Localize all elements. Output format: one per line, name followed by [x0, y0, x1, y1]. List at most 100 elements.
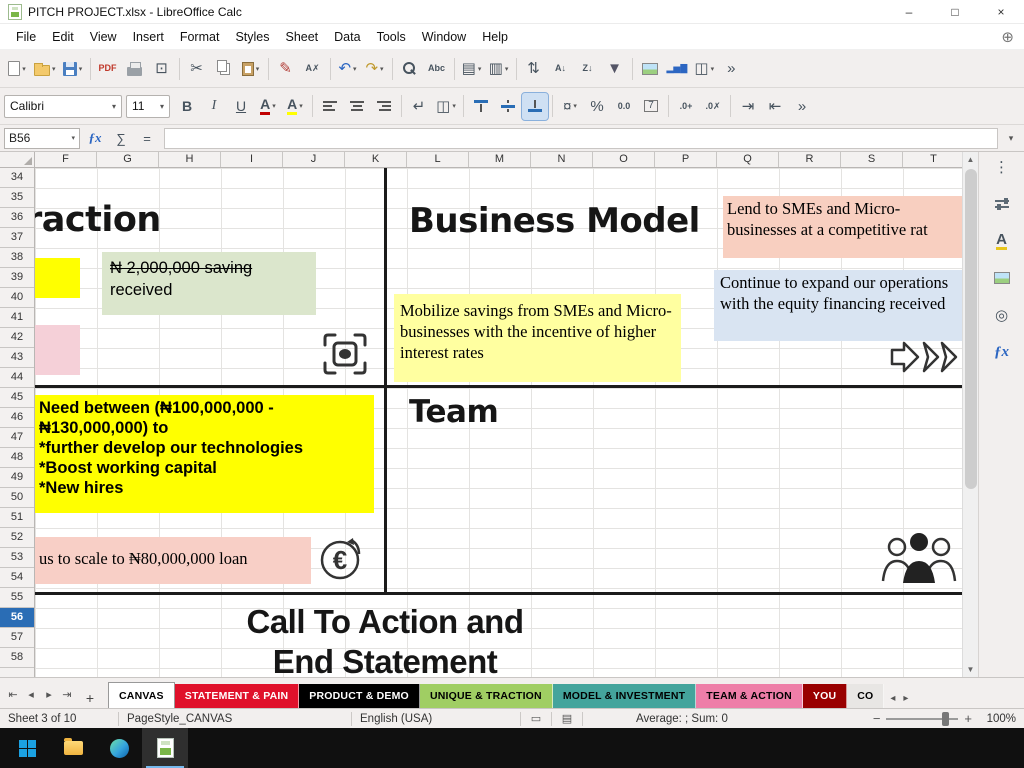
column-header-h[interactable]: H	[159, 152, 221, 167]
tab-scroll-right-button[interactable]: ▸	[899, 693, 912, 704]
note-yellow-fragment[interactable]	[35, 258, 80, 298]
sheet-tab-co[interactable]: CO	[847, 684, 885, 708]
format-as-percent-button[interactable]: %	[584, 93, 610, 120]
insert-rows-dropdown-icon[interactable]: ▾	[478, 65, 482, 73]
font-size-select-dropdown-icon[interactable]: ▾	[160, 102, 164, 111]
expand-formula-bar-icon[interactable]: ▾	[1002, 133, 1020, 144]
note-mobilize-savings[interactable]: Mobilize savings from SMEs and Micro-bus…	[394, 294, 681, 382]
sheet-tab-product-demo[interactable]: PRODUCT & DEMO	[299, 684, 420, 708]
row-header-36[interactable]: 36	[0, 208, 34, 228]
gallery-deck-button[interactable]	[987, 265, 1017, 291]
row-header-34[interactable]: 34	[0, 168, 34, 188]
vertical-scrollbar[interactable]: ▲ ▼	[962, 152, 978, 677]
spelling-button[interactable]: Abc	[424, 55, 450, 82]
file-explorer-button[interactable]	[50, 728, 96, 768]
column-header-r[interactable]: R	[779, 152, 841, 167]
add-decimal-place-button[interactable]: .0+	[673, 93, 699, 120]
column-header-g[interactable]: G	[97, 152, 159, 167]
column-header-s[interactable]: S	[841, 152, 903, 167]
menu-help[interactable]: Help	[474, 26, 516, 48]
formatbar-overflow-button[interactable]: »	[789, 93, 815, 120]
sort-descending-button[interactable]: Z↓	[575, 55, 601, 82]
properties-deck-button[interactable]	[987, 191, 1017, 217]
format-as-date-button[interactable]: 7	[638, 93, 664, 120]
column-header-t[interactable]: T	[903, 152, 962, 167]
menu-tools[interactable]: Tools	[369, 26, 414, 48]
row-header-55[interactable]: 55	[0, 588, 34, 608]
menu-data[interactable]: Data	[326, 26, 368, 48]
euro-coin-icon[interactable]: €	[317, 534, 365, 585]
bold-button[interactable]: B	[174, 93, 200, 120]
note-lend-to-smes[interactable]: Lend to SMEs and Micro-businesses at a c…	[723, 196, 962, 258]
italic-button[interactable]: I	[201, 93, 227, 120]
cell-reference-box[interactable]: B56 ▾	[4, 127, 80, 149]
row-header-49[interactable]: 49	[0, 468, 34, 488]
save-button[interactable]: ▾	[60, 55, 86, 82]
row-header-44[interactable]: 44	[0, 368, 34, 388]
highlighting-color-button[interactable]: A ▾	[282, 93, 308, 120]
undo-dropdown-icon[interactable]: ▾	[353, 65, 357, 73]
wrap-text-button[interactable]: ↵	[406, 93, 432, 120]
column-header-f[interactable]: F	[35, 152, 97, 167]
paste-button[interactable]: ▾	[238, 55, 264, 82]
navigator-deck-button[interactable]: ◎	[987, 302, 1017, 328]
align-top-button[interactable]	[468, 93, 494, 120]
insert-chart-button[interactable]: ▂▅▇	[664, 55, 691, 82]
select-all-corner[interactable]	[0, 152, 35, 168]
row-header-41[interactable]: 41	[0, 308, 34, 328]
select-function-button[interactable]: ∑	[110, 128, 132, 149]
row-header-48[interactable]: 48	[0, 448, 34, 468]
name-box-dropdown-icon[interactable]: ▾	[71, 134, 75, 142]
menu-insert[interactable]: Insert	[125, 26, 172, 48]
row-header-39[interactable]: 39	[0, 268, 34, 288]
print-button[interactable]	[122, 55, 148, 82]
clone-formatting-button[interactable]: ✎	[273, 55, 299, 82]
vertical-scrollbar-thumb[interactable]	[965, 169, 977, 489]
clear-formatting-button[interactable]: A✗	[300, 55, 326, 82]
traction-heading[interactable]: raction	[35, 200, 161, 240]
note-saving-received[interactable]: ₦ 2,000,000 saving received	[102, 252, 316, 315]
font-color-dropdown-icon[interactable]: ▾	[272, 102, 276, 110]
formula-button[interactable]: =	[136, 128, 158, 149]
insert-rows-button[interactable]: ▤ ▾	[459, 55, 485, 82]
call-to-action-heading[interactable]: Call To Action and End Statement	[85, 602, 685, 677]
maximize-button[interactable]: □	[932, 0, 978, 24]
last-sheet-button[interactable]: ⇥	[58, 688, 76, 701]
open-file-dropdown-icon[interactable]: ▾	[52, 65, 56, 73]
start-button[interactable]	[4, 728, 50, 768]
menu-view[interactable]: View	[82, 26, 125, 48]
forward-arrows-icon[interactable]	[888, 336, 960, 381]
styles-deck-button[interactable]: A	[987, 228, 1017, 254]
font-size-select-button[interactable]: 11 ▾	[126, 94, 170, 118]
close-button[interactable]: ×	[978, 0, 1024, 24]
menu-edit[interactable]: Edit	[44, 26, 82, 48]
first-sheet-button[interactable]: ⇤	[4, 688, 22, 701]
zoom-slider[interactable]	[886, 711, 959, 726]
sheet-tab-team-action[interactable]: TEAM & ACTION	[696, 684, 803, 708]
center-vertically-button[interactable]	[495, 93, 521, 120]
row-header-42[interactable]: 42	[0, 328, 34, 348]
new-document-dropdown-icon[interactable]: ▾	[22, 65, 26, 73]
frame-target-icon[interactable]	[321, 331, 369, 380]
row-header-45[interactable]: 45	[0, 388, 34, 408]
team-people-icon[interactable]	[877, 525, 961, 592]
tab-scroll-left-button[interactable]: ◂	[886, 693, 899, 704]
note-continue-expand[interactable]: Continue to expand our operations with t…	[714, 270, 962, 341]
row-header-54[interactable]: 54	[0, 568, 34, 588]
functions-deck-button[interactable]: ƒx	[987, 339, 1017, 365]
zoom-in-button[interactable]: +	[964, 711, 972, 726]
font-color-button[interactable]: A ▾	[255, 93, 281, 120]
export-pdf-button[interactable]: PDF	[95, 55, 121, 82]
zoom-level[interactable]: 100%	[978, 713, 1016, 725]
toolbar-overflow-button[interactable]: »	[718, 55, 744, 82]
scroll-down-icon[interactable]: ▼	[963, 662, 978, 677]
column-header-k[interactable]: K	[345, 152, 407, 167]
zoom-slider-thumb[interactable]	[942, 711, 950, 726]
team-heading[interactable]: Team	[409, 394, 499, 430]
sheet-tab-you[interactable]: YOU	[802, 684, 848, 708]
menu-format[interactable]: Format	[172, 26, 228, 48]
row-header-56[interactable]: 56	[0, 608, 34, 628]
edge-browser-button[interactable]	[96, 728, 142, 768]
next-sheet-button[interactable]: ▸	[40, 688, 58, 701]
zoom-out-button[interactable]: −	[873, 711, 881, 726]
